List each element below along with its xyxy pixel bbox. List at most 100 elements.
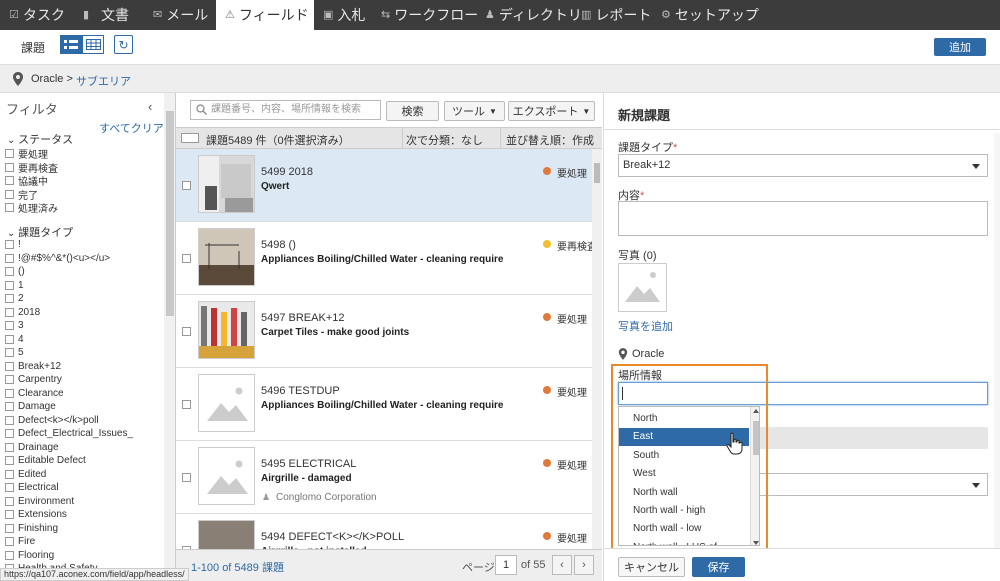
filter-option[interactable]: Break+12 (5, 361, 61, 372)
filter-option[interactable]: Drainage (5, 442, 59, 453)
checkbox[interactable] (5, 496, 14, 506)
filter-option[interactable]: Electrical (5, 482, 59, 493)
issue-row[interactable]: 5498 () Appliances Boiling/Chilled Water … (176, 222, 597, 295)
filter-option[interactable]: 4 (5, 334, 24, 345)
filter-option[interactable]: Finishing (5, 523, 58, 534)
tab-warning[interactable]: ⚠ フィールド (216, 0, 314, 30)
checkbox[interactable] (5, 402, 14, 411)
form-scrollbar[interactable] (994, 133, 1000, 548)
status-section-header[interactable]: ⌄ ステータス (7, 131, 73, 147)
checkbox[interactable] (5, 176, 14, 185)
row-checkbox[interactable] (182, 473, 191, 482)
filter-option[interactable]: Fire (5, 536, 35, 547)
list-view-button[interactable] (60, 35, 82, 54)
checkbox[interactable] (5, 253, 14, 263)
checkbox[interactable] (5, 442, 14, 452)
checkbox[interactable] (5, 348, 14, 357)
checkbox[interactable] (5, 510, 14, 519)
prev-page-button[interactable]: ‹ (552, 555, 572, 575)
tab-mail[interactable]: ✉ メール (144, 0, 216, 30)
list-scrollbar[interactable] (592, 149, 602, 549)
secondary-select[interactable] (759, 473, 988, 496)
breadcrumb-subarea[interactable]: サブエリア (76, 73, 131, 89)
content-input[interactable] (618, 201, 988, 236)
row-checkbox[interactable] (182, 400, 191, 409)
checkbox[interactable] (5, 375, 14, 384)
row-checkbox[interactable] (182, 181, 191, 190)
filter-option[interactable]: 5 (5, 347, 24, 358)
tab-chart[interactable]: ▥ レポート (572, 0, 652, 30)
checkbox[interactable] (5, 550, 14, 560)
checkbox[interactable] (5, 361, 14, 371)
checkbox[interactable] (5, 537, 14, 546)
checkbox[interactable] (5, 388, 14, 398)
tab-bid[interactable]: ▣ 入札 (314, 0, 372, 30)
issue-type-select[interactable]: Break+12 (618, 154, 988, 177)
tab-people[interactable]: ♟ ディレクトリ (476, 0, 582, 30)
search-input[interactable]: 課題番号、内容、場所情報を検索 (190, 100, 381, 120)
issue-row[interactable]: 5495 ELECTRICAL Airgrille - damaged ♟ Congl… (176, 441, 592, 514)
checkbox[interactable] (5, 321, 14, 330)
filter-option[interactable]: 3 (5, 320, 24, 331)
checkbox[interactable] (5, 334, 14, 344)
filter-option[interactable]: Editable Defect (5, 455, 86, 466)
tab-document[interactable]: ▮ 文書 (74, 0, 144, 30)
checkbox[interactable] (5, 267, 14, 276)
save-button[interactable]: 保存 (692, 557, 745, 577)
table-view-button[interactable] (82, 35, 104, 54)
clear-all-link[interactable]: すべてクリア (99, 120, 164, 136)
add-photo-link[interactable]: 写真を追加 (618, 318, 673, 334)
filter-option[interactable]: Clearance (5, 388, 64, 399)
checkbox[interactable] (5, 429, 14, 438)
filter-option[interactable]: Carpentry (5, 374, 62, 385)
filter-option[interactable]: ! (5, 239, 21, 250)
filter-option[interactable]: Extensions (5, 509, 67, 520)
filter-option[interactable]: 2 (5, 293, 24, 304)
checkbox[interactable] (5, 469, 14, 479)
checkbox[interactable] (5, 307, 14, 317)
issue-type-section-header[interactable]: ⌄ 課題タイプ (7, 224, 73, 240)
filter-option[interactable]: 2018 (5, 307, 40, 318)
checkbox[interactable] (5, 203, 14, 212)
checkbox[interactable] (5, 483, 14, 492)
filter-option[interactable]: Edited (5, 469, 46, 480)
filter-option[interactable]: Damage (5, 401, 56, 412)
issue-row[interactable]: 5496 TESTDUP Appliances Boiling/Chilled W… (176, 368, 592, 441)
export-button[interactable]: エクスポート ▼ (508, 101, 595, 121)
row-checkbox[interactable] (182, 327, 191, 336)
checkbox[interactable] (5, 415, 14, 425)
select-all-checkbox[interactable] (181, 133, 199, 143)
filter-option[interactable]: !@#$%^&*()<u></u> (5, 253, 110, 264)
tab-gear[interactable]: ⚙ セットアップ (652, 0, 759, 30)
checkbox[interactable] (5, 149, 14, 158)
tab-checkbox[interactable]: ☑ タスク (0, 0, 74, 30)
page-input[interactable]: 1 (495, 555, 517, 575)
refresh-button[interactable]: ↻ (114, 35, 133, 54)
filter-scrollbar[interactable] (164, 93, 175, 581)
checkbox[interactable] (5, 523, 14, 533)
checkbox[interactable] (5, 456, 14, 465)
search-button[interactable]: 検索 (386, 101, 439, 121)
checkbox[interactable] (5, 189, 14, 199)
collapse-filter-icon[interactable]: ‹ (148, 99, 152, 114)
filter-option[interactable]: 処理済み (5, 200, 58, 215)
filter-option[interactable]: Flooring (5, 550, 54, 561)
checkbox[interactable] (5, 280, 14, 290)
tab-workflow[interactable]: ⇆ ワークフロー (372, 0, 478, 30)
cancel-button[interactable]: キャンセル (618, 557, 685, 577)
tools-button[interactable]: ツール ▼ (444, 101, 505, 121)
next-page-button[interactable]: › (574, 555, 594, 575)
add-button[interactable]: 追加 (934, 38, 986, 56)
issue-row[interactable]: 5499 2018 Qwert 要処理 (176, 149, 592, 222)
filter-option[interactable]: () (5, 266, 25, 277)
checkbox[interactable] (5, 294, 14, 303)
checkbox[interactable] (5, 162, 14, 172)
issue-row[interactable]: 5497 BREAK+12 Carpet Tiles - make good jo… (176, 295, 592, 368)
filter-option[interactable]: 1 (5, 280, 24, 291)
breadcrumb-root[interactable]: Oracle > (31, 73, 73, 85)
row-checkbox[interactable] (182, 254, 191, 263)
filter-option[interactable]: Defect_Electrical_Issues_ (5, 428, 133, 439)
filter-option[interactable]: Environment (5, 496, 74, 507)
checkbox[interactable] (5, 240, 14, 249)
group-by[interactable]: 次で分類：なし (406, 132, 483, 148)
